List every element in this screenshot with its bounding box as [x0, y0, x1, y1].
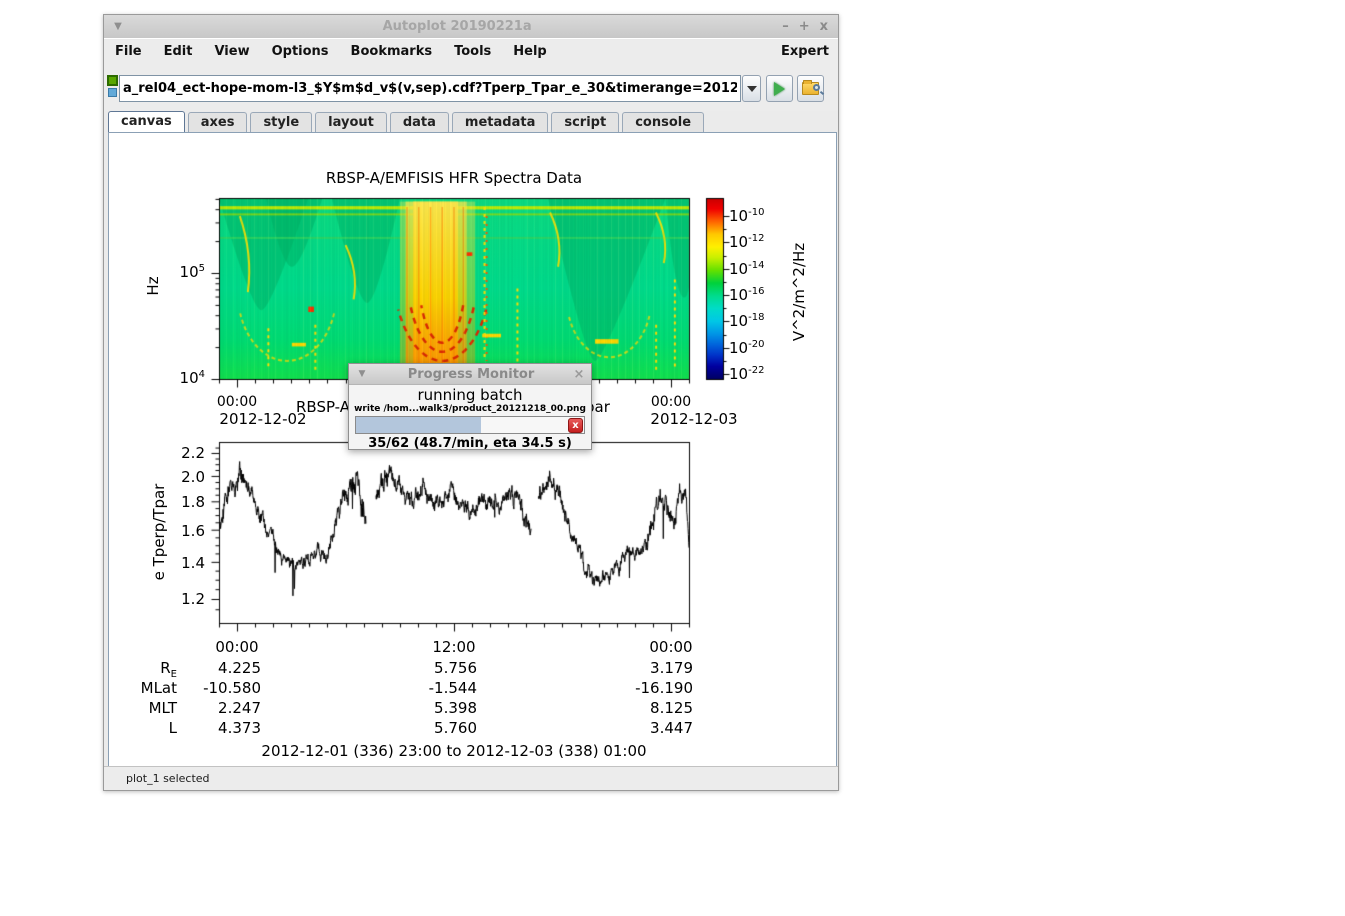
play-icon — [774, 82, 785, 96]
expert-mode-label[interactable]: Expert — [770, 42, 838, 61]
uri-toolbar — [104, 62, 838, 111]
spectra-plot-title: RBSP-A/EMFISIS HFR Spectra Data — [259, 169, 649, 187]
status-bar: plot_1 selected — [104, 766, 838, 790]
spectra-xtick-right: 00:00 — [641, 394, 701, 410]
progress-menu-arrow-icon[interactable]: ▼ — [349, 369, 375, 379]
context-re-val-0: 4.225 — [161, 659, 261, 677]
spectra-ytick-1e4: 104 — [155, 369, 205, 387]
window-titlebar[interactable]: ▼ Autoplot 20190221a – + x — [104, 15, 838, 39]
tab-data[interactable]: data — [390, 112, 449, 132]
context-mlt-val-2: 8.125 — [593, 699, 693, 717]
context-l-val-0: 4.373 — [161, 719, 261, 737]
plot-canvas-area[interactable]: RBSP-A/EMFISIS HFR Spectra Data Hz 105 1… — [108, 132, 837, 767]
tab-axes[interactable]: axes — [188, 112, 248, 132]
context-mlat-val-0: -10.580 — [161, 679, 261, 697]
datasource-green-icon[interactable] — [107, 75, 118, 86]
spectra-xdate-left: 2012-12-02 — [218, 410, 308, 428]
line-ytick-1.4: 1.4 — [155, 554, 205, 572]
maximize-button[interactable]: + — [799, 19, 810, 34]
go-button[interactable] — [766, 75, 793, 102]
menu-item-bookmarks[interactable]: Bookmarks — [340, 42, 444, 61]
colorbar-tick-6: 10-22 — [729, 365, 764, 383]
menu-item-edit[interactable]: Edit — [153, 42, 204, 61]
line-xtick-2: 00:00 — [641, 638, 701, 656]
progress-bar-fill — [356, 417, 481, 433]
colorbar-tick-4: 10-18 — [729, 312, 764, 330]
tab-style[interactable]: style — [250, 112, 312, 132]
context-l-val-1: 5.760 — [377, 719, 477, 737]
status-text: plot_1 selected — [104, 772, 210, 785]
time-range-label: 2012-12-01 (336) 23:00 to 2012-12-03 (33… — [219, 742, 689, 760]
datasource-blue-icon[interactable] — [108, 88, 117, 97]
colorbar-tick-3: 10-16 — [729, 286, 764, 304]
menu-bar: File Edit View Options Bookmarks Tools H… — [104, 40, 838, 62]
tab-canvas[interactable]: canvas — [108, 111, 185, 132]
line-ytick-2.0: 2.0 — [155, 468, 205, 486]
tab-layout[interactable]: layout — [315, 112, 387, 132]
context-re-val-1: 5.756 — [377, 659, 477, 677]
uri-input[interactable] — [119, 75, 741, 102]
context-re-val-2: 3.179 — [593, 659, 693, 677]
window-title: Autoplot 20190221a — [132, 19, 782, 34]
inspect-uri-button[interactable] — [797, 75, 824, 102]
line-ytick-2.2: 2.2 — [155, 444, 205, 462]
colorbar-tick-1: 10-12 — [729, 233, 764, 251]
autoplot-window: ▼ Autoplot 20190221a – + x File Edit Vie… — [103, 14, 839, 791]
menu-item-view[interactable]: View — [203, 42, 260, 61]
context-mlat-val-1: -1.544 — [377, 679, 477, 697]
line-xtick-1: 12:00 — [424, 638, 484, 656]
menu-item-file[interactable]: File — [104, 42, 153, 61]
spectra-xdate-right: 2012-12-03 — [649, 410, 739, 428]
spectra-xtick-left: 00:00 — [207, 394, 267, 410]
spectra-ytick-1e5: 105 — [155, 263, 205, 281]
tab-bar: canvas axes style layout data metadata s… — [108, 111, 834, 132]
close-button[interactable]: x — [820, 19, 828, 34]
menu-item-tools[interactable]: Tools — [443, 42, 502, 61]
progress-monitor-dialog: ▼ Progress Monitor × running batch write… — [348, 363, 592, 450]
chevron-down-icon — [747, 86, 757, 92]
colorbar-tick-0: 10-10 — [729, 207, 764, 225]
context-mlt-val-1: 5.398 — [377, 699, 477, 717]
tab-metadata[interactable]: metadata — [452, 112, 548, 132]
tab-console[interactable]: console — [622, 112, 704, 132]
progress-task-label: running batch — [349, 386, 591, 404]
context-l-val-2: 3.447 — [593, 719, 693, 737]
progress-close-button[interactable]: × — [567, 367, 591, 382]
line-xtick-0: 00:00 — [207, 638, 267, 656]
progress-detail-label: write /hom...walk3/product_20121218_00.p… — [349, 404, 591, 414]
progress-status-label: 35/62 (48.7/min, eta 34.5 s) — [349, 436, 591, 451]
progress-dialog-titlebar[interactable]: ▼ Progress Monitor × — [349, 364, 591, 385]
progress-cancel-button[interactable]: x — [568, 418, 583, 433]
folder-search-icon — [802, 82, 819, 95]
line-ytick-1.8: 1.8 — [155, 493, 205, 511]
context-mlat-val-2: -16.190 — [593, 679, 693, 697]
minimize-button[interactable]: – — [782, 19, 789, 34]
line-ytick-1.2: 1.2 — [155, 590, 205, 608]
colorbar-unit-label: V^2/m^2/Hz — [790, 243, 808, 341]
window-menu-arrow-icon[interactable]: ▼ — [104, 21, 132, 32]
colorbar-tick-5: 10-20 — [729, 339, 764, 357]
line-plot-title-fragment-left: RBSP-A — [296, 398, 350, 416]
progress-dialog-title: Progress Monitor — [375, 367, 567, 382]
line-ytick-1.6: 1.6 — [155, 522, 205, 540]
menu-item-help[interactable]: Help — [502, 42, 557, 61]
colorbar-tick-2: 10-14 — [729, 260, 764, 278]
context-mlt-val-0: 2.247 — [161, 699, 261, 717]
uri-dropdown-button[interactable] — [742, 75, 761, 102]
tab-script[interactable]: script — [551, 112, 619, 132]
progress-bar — [355, 416, 585, 434]
menu-item-options[interactable]: Options — [261, 42, 340, 61]
